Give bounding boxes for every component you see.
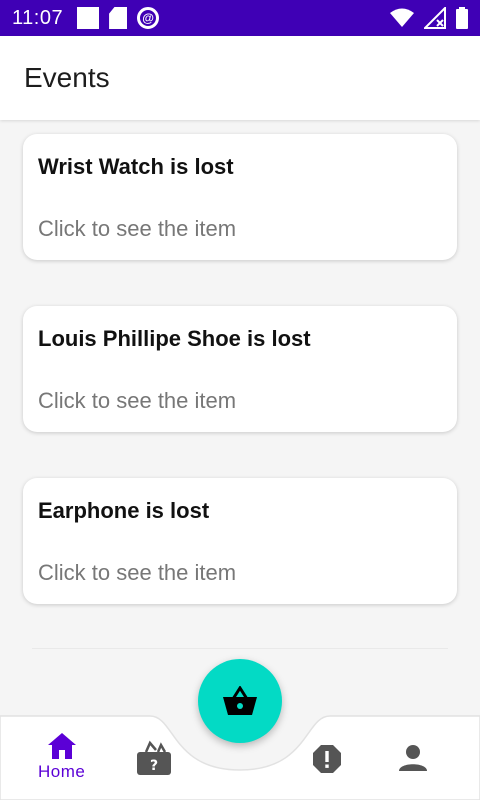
basket-fab-button[interactable] [198,659,282,743]
event-subtitle: Click to see the item [38,216,237,241]
nav-found-items[interactable]: ? [136,740,172,776]
event-title: Earphone is lost [38,498,210,523]
app-bar: Events [0,36,480,120]
report-icon [313,745,341,773]
list-divider [32,648,448,649]
event-card[interactable]: Earphone is lost Click to see the item [23,478,457,604]
status-time: 11:07 [12,6,64,29]
nav-home[interactable]: Home [38,732,85,782]
found-bag-icon: ? [137,740,171,775]
status-bar: 11:07 @ [0,0,480,36]
no-signal-icon [424,7,446,29]
page-title: Events [24,62,110,93]
event-card[interactable]: Louis Phillipe Shoe is lost Click to see… [23,306,457,432]
nav-report[interactable] [312,744,342,774]
nav-home-label: Home [38,762,86,781]
nav-profile[interactable] [399,744,427,772]
event-title: Louis Phillipe Shoe is lost [38,326,311,351]
home-icon [47,733,76,759]
basket-icon [223,686,257,715]
event-subtitle: Click to see the item [38,560,237,585]
wifi-icon [390,8,414,27]
event-subtitle: Click to see the item [38,388,237,413]
svg-text:?: ? [150,758,158,774]
event-card[interactable]: Wrist Watch is lost Click to see the ite… [23,134,457,260]
data-saver-icon: @ [137,7,160,29]
sd-card-icon [109,7,128,29]
battery-icon [456,7,468,29]
notification-square-icon [77,7,100,29]
profile-icon [399,745,427,771]
event-title: Wrist Watch is lost [38,154,234,179]
